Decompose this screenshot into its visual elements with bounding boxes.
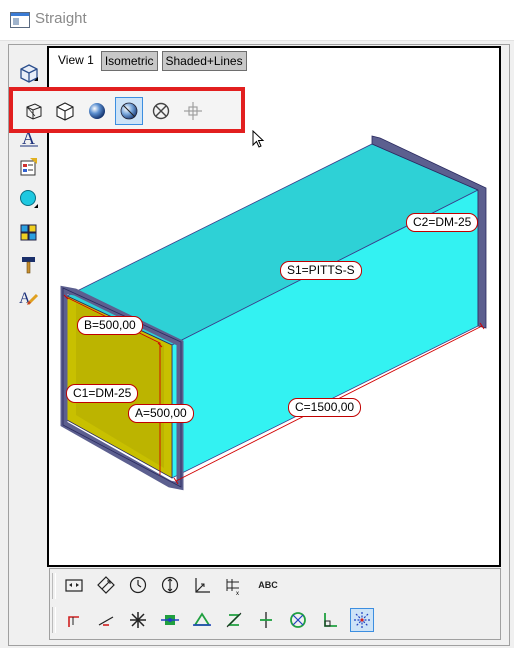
snap-perpendicular-icon[interactable] xyxy=(254,608,278,632)
zoom-window-icon[interactable] xyxy=(94,573,118,597)
shading-mode-popup xyxy=(9,87,245,133)
hidden-line-cube-icon[interactable] xyxy=(51,97,79,125)
color-grid-icon[interactable] xyxy=(16,220,42,246)
text-edit-icon[interactable]: A xyxy=(16,284,42,310)
label-c2[interactable]: C2=DM-25 xyxy=(406,213,479,232)
snap-star-icon[interactable] xyxy=(126,608,150,632)
properties-icon[interactable] xyxy=(16,154,42,180)
zoom-extents-icon[interactable] xyxy=(62,573,86,597)
snap-triangle-icon[interactable] xyxy=(190,608,214,632)
label-text-button[interactable]: ABC xyxy=(254,573,282,597)
app-window-icon xyxy=(10,12,30,28)
shaded-sphere-icon[interactable] xyxy=(83,97,111,125)
circle-shape-icon[interactable] xyxy=(16,186,42,212)
label-c1[interactable]: C1=DM-25 xyxy=(66,384,139,403)
snap-center-icon[interactable] xyxy=(158,608,182,632)
snap-grid-icon[interactable] xyxy=(350,608,374,632)
label-a[interactable]: A=500,00 xyxy=(128,404,194,423)
view-cube-icon[interactable] xyxy=(16,60,42,86)
snap-intersect-icon[interactable] xyxy=(222,608,246,632)
hammer-icon[interactable] xyxy=(16,252,42,278)
snap-corner-icon[interactable] xyxy=(318,608,342,632)
xray-icon[interactable] xyxy=(147,97,175,125)
wire-perspective-icon[interactable] xyxy=(19,97,47,125)
crosshair-move-icon[interactable] xyxy=(179,97,207,125)
rotate-icon[interactable] xyxy=(126,573,150,597)
snap-end-icon[interactable] xyxy=(62,608,86,632)
pan-icon[interactable] xyxy=(158,573,182,597)
label-s1[interactable]: S1=PITTS-S xyxy=(280,261,362,280)
axis-grid-icon[interactable]: x xyxy=(222,573,246,597)
mouse-cursor-icon xyxy=(252,130,265,148)
axis-icon[interactable] xyxy=(190,573,214,597)
svg-text:x: x xyxy=(236,591,239,596)
shaded-lines-sphere-icon[interactable] xyxy=(115,97,143,125)
snap-circle-icon[interactable] xyxy=(286,608,310,632)
title-bar: Straight xyxy=(0,0,514,41)
label-c[interactable]: C=1500,00 xyxy=(288,398,362,417)
window-title: Straight xyxy=(35,10,87,27)
label-b[interactable]: B=500,00 xyxy=(77,316,143,335)
snap-line-icon[interactable] xyxy=(94,608,118,632)
